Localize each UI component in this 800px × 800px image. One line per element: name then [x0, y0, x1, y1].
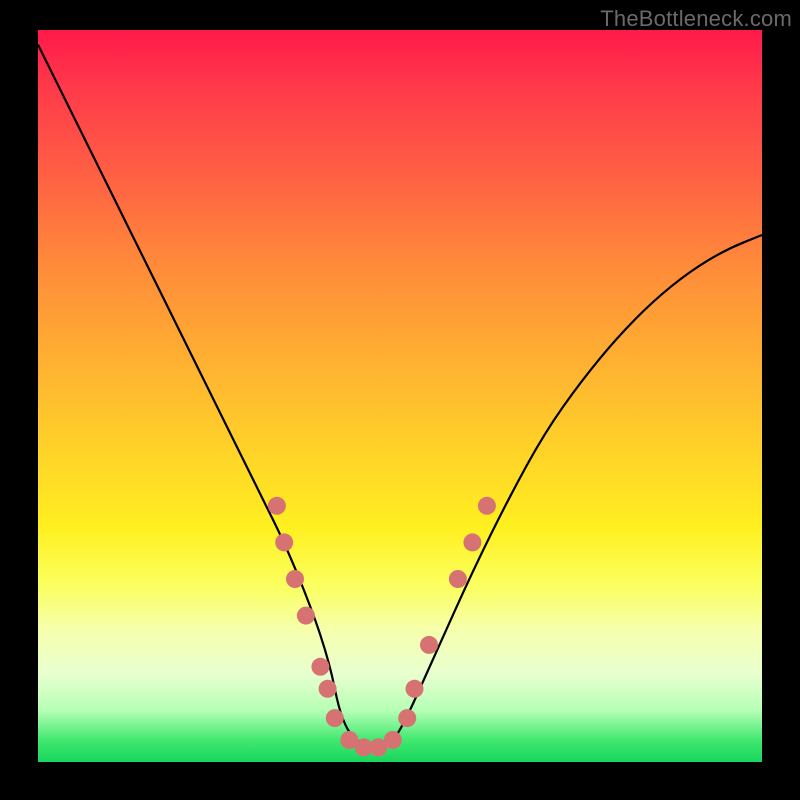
data-point	[326, 709, 344, 727]
data-point	[297, 607, 315, 625]
data-point	[311, 658, 329, 676]
watermark-text: TheBottleneck.com	[600, 6, 792, 32]
bottleneck-curve	[38, 45, 762, 748]
data-point	[319, 680, 337, 698]
data-point	[286, 570, 304, 588]
data-points-group	[268, 497, 496, 757]
data-point	[478, 497, 496, 515]
data-point	[449, 570, 467, 588]
data-point	[406, 680, 424, 698]
data-point	[384, 731, 402, 749]
data-point	[463, 533, 481, 551]
data-point	[398, 709, 416, 727]
data-point	[420, 636, 438, 654]
plot-area	[38, 30, 762, 762]
chart-container: TheBottleneck.com	[0, 0, 800, 800]
data-point	[268, 497, 286, 515]
data-point	[275, 533, 293, 551]
bottleneck-curve-svg	[38, 30, 762, 762]
